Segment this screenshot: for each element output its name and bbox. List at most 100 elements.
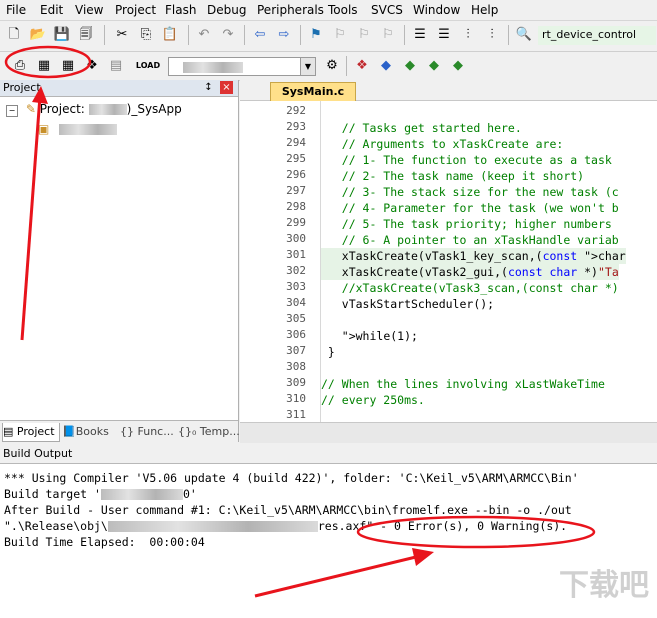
prev-bookmark-icon[interactable]: ⚐ bbox=[330, 25, 350, 45]
device-db-icon[interactable]: ◆ bbox=[448, 56, 468, 76]
nav-forward-icon[interactable]: ⇨ bbox=[274, 25, 294, 45]
next-bookmark-icon[interactable]: ⚐ bbox=[354, 25, 374, 45]
project-panel: Project ↕ × − ✎ Project: )_SysApp ▣ ▤ Pr… bbox=[0, 80, 240, 443]
code-line: // every 250ms. bbox=[321, 393, 425, 407]
line-number: 299 bbox=[286, 216, 306, 229]
collapse-icon[interactable]: − bbox=[6, 105, 18, 117]
line-number: 292 bbox=[286, 104, 306, 117]
paste-icon[interactable]: 📋 bbox=[160, 25, 180, 45]
menu-view[interactable]: View bbox=[75, 3, 103, 17]
project-icon: ✎ bbox=[25, 102, 36, 116]
indent-icon[interactable]: ☰ bbox=[410, 25, 430, 45]
project-panel-tabs: ▤ Project 📘Books {} Func... {}₀ Temp... bbox=[0, 420, 240, 443]
load-icon[interactable]: LOAD bbox=[136, 56, 160, 76]
menu-peripherals[interactable]: Peripherals bbox=[257, 3, 324, 17]
line-number: 300 bbox=[286, 232, 306, 245]
code-line: ">while(1); bbox=[341, 329, 418, 343]
tab-sysmain-c[interactable]: SysMain.c bbox=[270, 82, 356, 101]
line-number: 306 bbox=[286, 328, 306, 341]
project-root-suffix: )_SysApp bbox=[126, 102, 182, 116]
line-number: 308 bbox=[286, 360, 306, 373]
line-number: 296 bbox=[286, 168, 306, 181]
save-all-icon[interactable]: 🗐 bbox=[76, 25, 96, 45]
code-line: // 2- The task name (keep it short) bbox=[321, 169, 585, 183]
translate-icon[interactable]: ⎙ bbox=[10, 56, 30, 76]
horizontal-scrollbar[interactable] bbox=[240, 422, 657, 443]
code-area[interactable]: // Tasks get started here. // Arguments … bbox=[320, 101, 657, 422]
tab-templates[interactable]: {}₀ Temp... bbox=[178, 423, 240, 441]
pin-icon[interactable]: ↕ bbox=[202, 81, 215, 94]
chevron-down-icon: ▼ bbox=[300, 58, 315, 75]
tab-functions[interactable]: {} Func... bbox=[120, 423, 174, 441]
unindent-icon[interactable]: ☰ bbox=[434, 25, 454, 45]
bookmark-icon[interactable]: ⚑ bbox=[306, 25, 326, 45]
menu-file[interactable]: File bbox=[6, 3, 26, 17]
function-combo[interactable]: rt_device_control bbox=[538, 26, 656, 45]
line-number: 297 bbox=[286, 184, 306, 197]
close-icon[interactable]: × bbox=[220, 81, 233, 94]
tab-project[interactable]: ▤ Project bbox=[2, 423, 60, 442]
target-combo[interactable]: ▼ bbox=[168, 57, 316, 76]
code-line: // 1- The function to execute as a task bbox=[321, 153, 612, 167]
line-number-gutter: 292 293 294 295 296 297 298 299 300 301 302 303 304 3… bbox=[240, 101, 320, 422]
target-options-icon[interactable]: ⚙ bbox=[322, 56, 342, 76]
code-line: xTaskCreate(vTask2_gui,(const char *)"Ta bbox=[321, 264, 619, 280]
menu-project[interactable]: Project bbox=[115, 3, 156, 17]
code-line: // Arguments to xTaskCreate are: bbox=[321, 137, 564, 151]
menu-tools[interactable]: Tools bbox=[328, 3, 358, 17]
code-line: // 6- A pointer to an xTaskHandle variab bbox=[321, 233, 619, 247]
comment-icon[interactable]: ⫶ bbox=[458, 25, 478, 45]
save-icon[interactable]: 💾 bbox=[52, 25, 72, 45]
open-file-icon[interactable]: 📂 bbox=[28, 25, 48, 45]
code-line: } bbox=[321, 345, 335, 359]
menu-bar: File Edit View Project Flash Debug Perip… bbox=[0, 0, 657, 21]
project-root-label: Project: bbox=[39, 102, 89, 116]
build-icon[interactable]: ▦ bbox=[34, 56, 54, 76]
tab-books[interactable]: 📘Books bbox=[62, 423, 116, 441]
select-packs-icon[interactable]: ◆ bbox=[376, 56, 396, 76]
line-number: 303 bbox=[286, 280, 306, 293]
build-output-header: Build Output bbox=[0, 445, 657, 464]
line-number: 294 bbox=[286, 136, 306, 149]
nav-back-icon[interactable]: ⇦ bbox=[250, 25, 270, 45]
code-line: // When the lines involving xLastWakeTim… bbox=[321, 377, 605, 391]
code-line: // Tasks get started here. bbox=[321, 121, 522, 135]
build-toolbar: ⎙ ▦ ▦ ❖ ▤ LOAD ▼ ⚙ ❖ ◆ ◆ ◆ ◆ bbox=[0, 52, 657, 81]
rebuild-icon[interactable]: ▦ bbox=[58, 56, 78, 76]
folder-icon: ▣ bbox=[38, 122, 50, 136]
build-output-title: Build Output bbox=[3, 447, 73, 460]
cut-icon[interactable]: ✂ bbox=[112, 25, 132, 45]
menu-edit[interactable]: Edit bbox=[40, 3, 63, 17]
line-number: 293 bbox=[286, 120, 306, 133]
project-root[interactable]: − ✎ Project: )_SysApp bbox=[0, 100, 182, 118]
redo-icon[interactable]: ↷ bbox=[218, 25, 238, 45]
undo-icon[interactable]: ↶ bbox=[194, 25, 214, 45]
output-line: After Build - User command #1: C:\Keil_v… bbox=[4, 503, 572, 517]
menu-window[interactable]: Window bbox=[413, 3, 460, 17]
code-line: vTaskStartScheduler(); bbox=[321, 297, 495, 311]
rte-icon[interactable]: ◆ bbox=[424, 56, 444, 76]
project-panel-header: Project ↕ × bbox=[0, 80, 238, 97]
stop-build-icon[interactable]: ▤ bbox=[106, 56, 126, 76]
manage-components-icon[interactable]: ❖ bbox=[352, 56, 372, 76]
output-line: Build Time Elapsed: 00:00:04 bbox=[4, 535, 205, 549]
batch-build-icon[interactable]: ❖ bbox=[82, 56, 102, 76]
new-file-icon[interactable]: 🗋 bbox=[4, 25, 24, 45]
target-node[interactable]: ▣ bbox=[38, 120, 118, 138]
menu-svcs[interactable]: SVCS bbox=[371, 3, 403, 17]
uncomment-icon[interactable]: ⫶ bbox=[482, 25, 502, 45]
editor-tabs: SysMain.c bbox=[240, 80, 657, 101]
copy-icon[interactable]: ⎘ bbox=[136, 25, 156, 45]
find-in-files-icon[interactable]: 🔍 bbox=[514, 25, 534, 45]
pack-installer-icon[interactable]: ◆ bbox=[400, 56, 420, 76]
menu-help[interactable]: Help bbox=[471, 3, 498, 17]
line-number: 302 bbox=[286, 264, 306, 277]
menu-flash[interactable]: Flash bbox=[165, 3, 196, 17]
code-line: // 5- The task priority; higher numbers bbox=[321, 217, 612, 231]
clear-bookmarks-icon[interactable]: ⚐ bbox=[378, 25, 398, 45]
line-number: 305 bbox=[286, 312, 306, 325]
menu-debug[interactable]: Debug bbox=[207, 3, 246, 17]
file-toolbar: 🗋 📂 💾 🗐 ✂ ⎘ 📋 ↶ ↷ ⇦ ⇨ ⚑ ⚐ ⚐ ⚐ ☰ ☰ ⫶ ⫶ 🔍 … bbox=[0, 21, 657, 52]
code-line: // 3- The stack size for the new task (c bbox=[321, 185, 619, 199]
code-line: // 4- Parameter for the task (we won't b bbox=[321, 201, 619, 215]
